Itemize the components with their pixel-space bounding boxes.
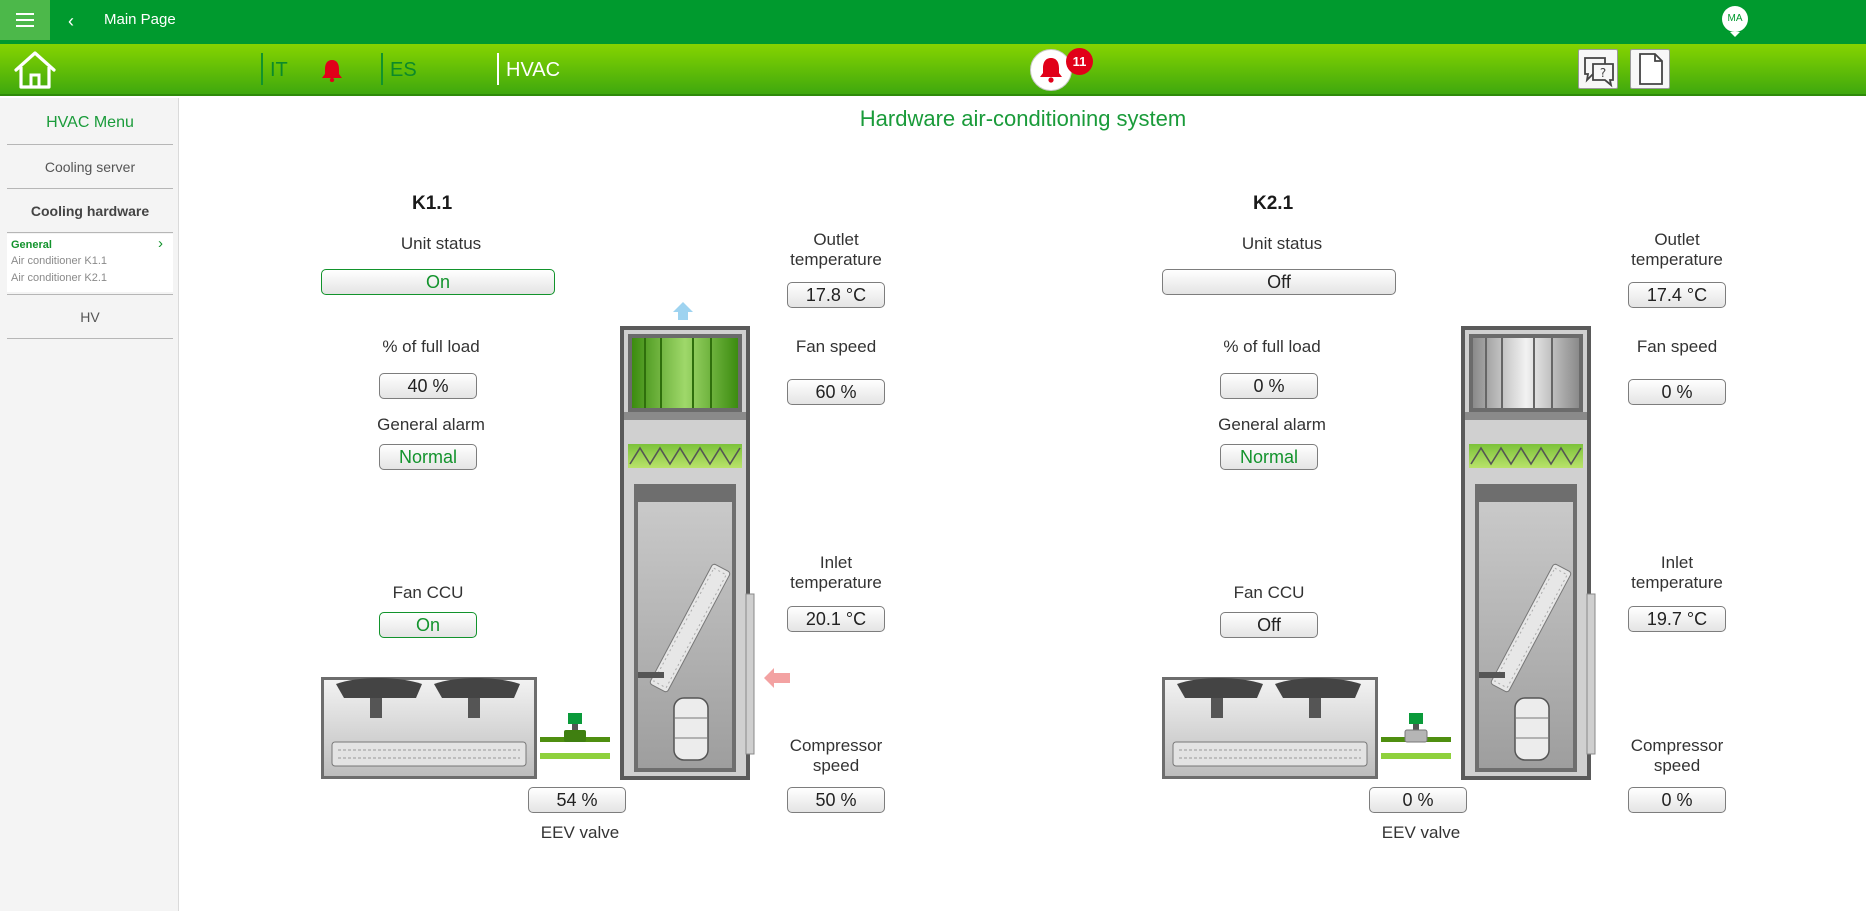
- fan-drum: [1473, 338, 1579, 408]
- fan-speed-value: 0 %: [1628, 379, 1726, 405]
- home-icon[interactable]: [12, 49, 58, 91]
- label-line: Outlet: [1654, 230, 1700, 249]
- ac-unit-diagram: [1162, 326, 1596, 780]
- divider: [7, 232, 173, 233]
- unit-status-value[interactable]: On: [321, 269, 555, 295]
- ac-unit-diagram: [321, 302, 790, 780]
- nav-item-es[interactable]: ES: [390, 59, 417, 82]
- outlet-temperature-label: Outlet temperature: [766, 230, 906, 270]
- bell-icon: [1040, 58, 1062, 83]
- label-line: temperature: [790, 250, 882, 269]
- outlet-temperature-label: Outlet temperature: [1607, 230, 1747, 270]
- sidebar-item-cooling-server[interactable]: Cooling server: [7, 159, 173, 175]
- unit-status-label: Unit status: [400, 234, 482, 253]
- unit-status-value[interactable]: Off: [1162, 269, 1396, 295]
- compressor-speed-value: 0 %: [1628, 787, 1726, 813]
- compressor: [673, 697, 709, 761]
- sidebar-item-cooling-hardware[interactable]: Cooling hardware: [7, 203, 173, 219]
- nav-item-it[interactable]: IT: [270, 59, 288, 82]
- chevron-left-icon[interactable]: ‹: [68, 11, 74, 32]
- sidebar-sub-item-k2[interactable]: Air conditioner K2.1: [11, 272, 107, 284]
- compressor-speed-value: 50 %: [787, 787, 885, 813]
- eev-valve: [564, 730, 586, 742]
- caret-down-icon[interactable]: [1730, 32, 1740, 37]
- svg-text:?: ?: [1600, 66, 1606, 80]
- unit-title: K1.1: [412, 193, 453, 214]
- unit-title: K2.1: [1253, 193, 1294, 214]
- document-icon: [1639, 53, 1663, 85]
- outlet-temperature-value: 17.4 °C: [1628, 282, 1726, 308]
- inlet-temperature-value: 20.1 °C: [787, 606, 885, 632]
- sidebar-item-hv[interactable]: HV: [7, 309, 173, 325]
- divider: [7, 338, 173, 339]
- hamburger-menu-icon[interactable]: [0, 0, 50, 40]
- alarm-count-badge[interactable]: 11: [1066, 48, 1093, 75]
- fan-drum: [632, 338, 738, 408]
- help-chat-icon: ?: [1584, 57, 1614, 88]
- outlet-arrow: [673, 302, 693, 320]
- inlet-arrow: [764, 668, 790, 688]
- help-button[interactable]: ?: [1578, 49, 1618, 89]
- nav-bar: IT ES HVAC 11 ?: [0, 44, 1866, 96]
- eev-label: EEV valve: [1381, 823, 1461, 842]
- nav-item-hvac[interactable]: HVAC: [506, 59, 560, 82]
- eev-valve: [1404, 729, 1428, 743]
- label-line: Outlet: [813, 230, 859, 249]
- fan-speed-value: 60 %: [787, 379, 885, 405]
- sidebar-sub-item-k1[interactable]: Air conditioner K1.1: [11, 255, 107, 267]
- bell-icon[interactable]: [321, 58, 343, 82]
- divider: [7, 188, 173, 189]
- valve-head: [1409, 713, 1423, 724]
- nav-divider: [497, 53, 499, 85]
- outlet-temperature-value: 17.8 °C: [787, 282, 885, 308]
- nav-divider: [381, 53, 383, 85]
- breadcrumb-main-page[interactable]: Main Page: [104, 11, 176, 28]
- unit-status-label: Unit status: [1241, 234, 1323, 253]
- document-button[interactable]: [1630, 49, 1670, 89]
- sidebar-submenu: General › Air conditioner K1.1 Air condi…: [7, 234, 173, 292]
- avatar[interactable]: MA: [1722, 6, 1748, 32]
- chevron-right-icon[interactable]: ›: [158, 235, 163, 252]
- page-title: Hardware air-conditioning system: [859, 106, 1187, 131]
- alarm-button[interactable]: [1030, 49, 1072, 91]
- sidebar: HVAC Menu Cooling server Cooling hardwar…: [0, 98, 179, 911]
- nav-divider: [261, 53, 263, 85]
- top-bar: ‹ Main Page MA: [0, 0, 1866, 44]
- valve-head: [568, 713, 582, 724]
- eev-label: EEV valve: [540, 823, 620, 842]
- divider: [7, 144, 173, 145]
- sidebar-sub-item-general[interactable]: General: [11, 239, 52, 251]
- inlet-temperature-value: 19.7 °C: [1628, 606, 1726, 632]
- sidebar-title[interactable]: HVAC Menu: [7, 114, 173, 132]
- label-line: temperature: [1631, 250, 1723, 269]
- compressor: [1514, 697, 1550, 761]
- divider: [7, 294, 173, 295]
